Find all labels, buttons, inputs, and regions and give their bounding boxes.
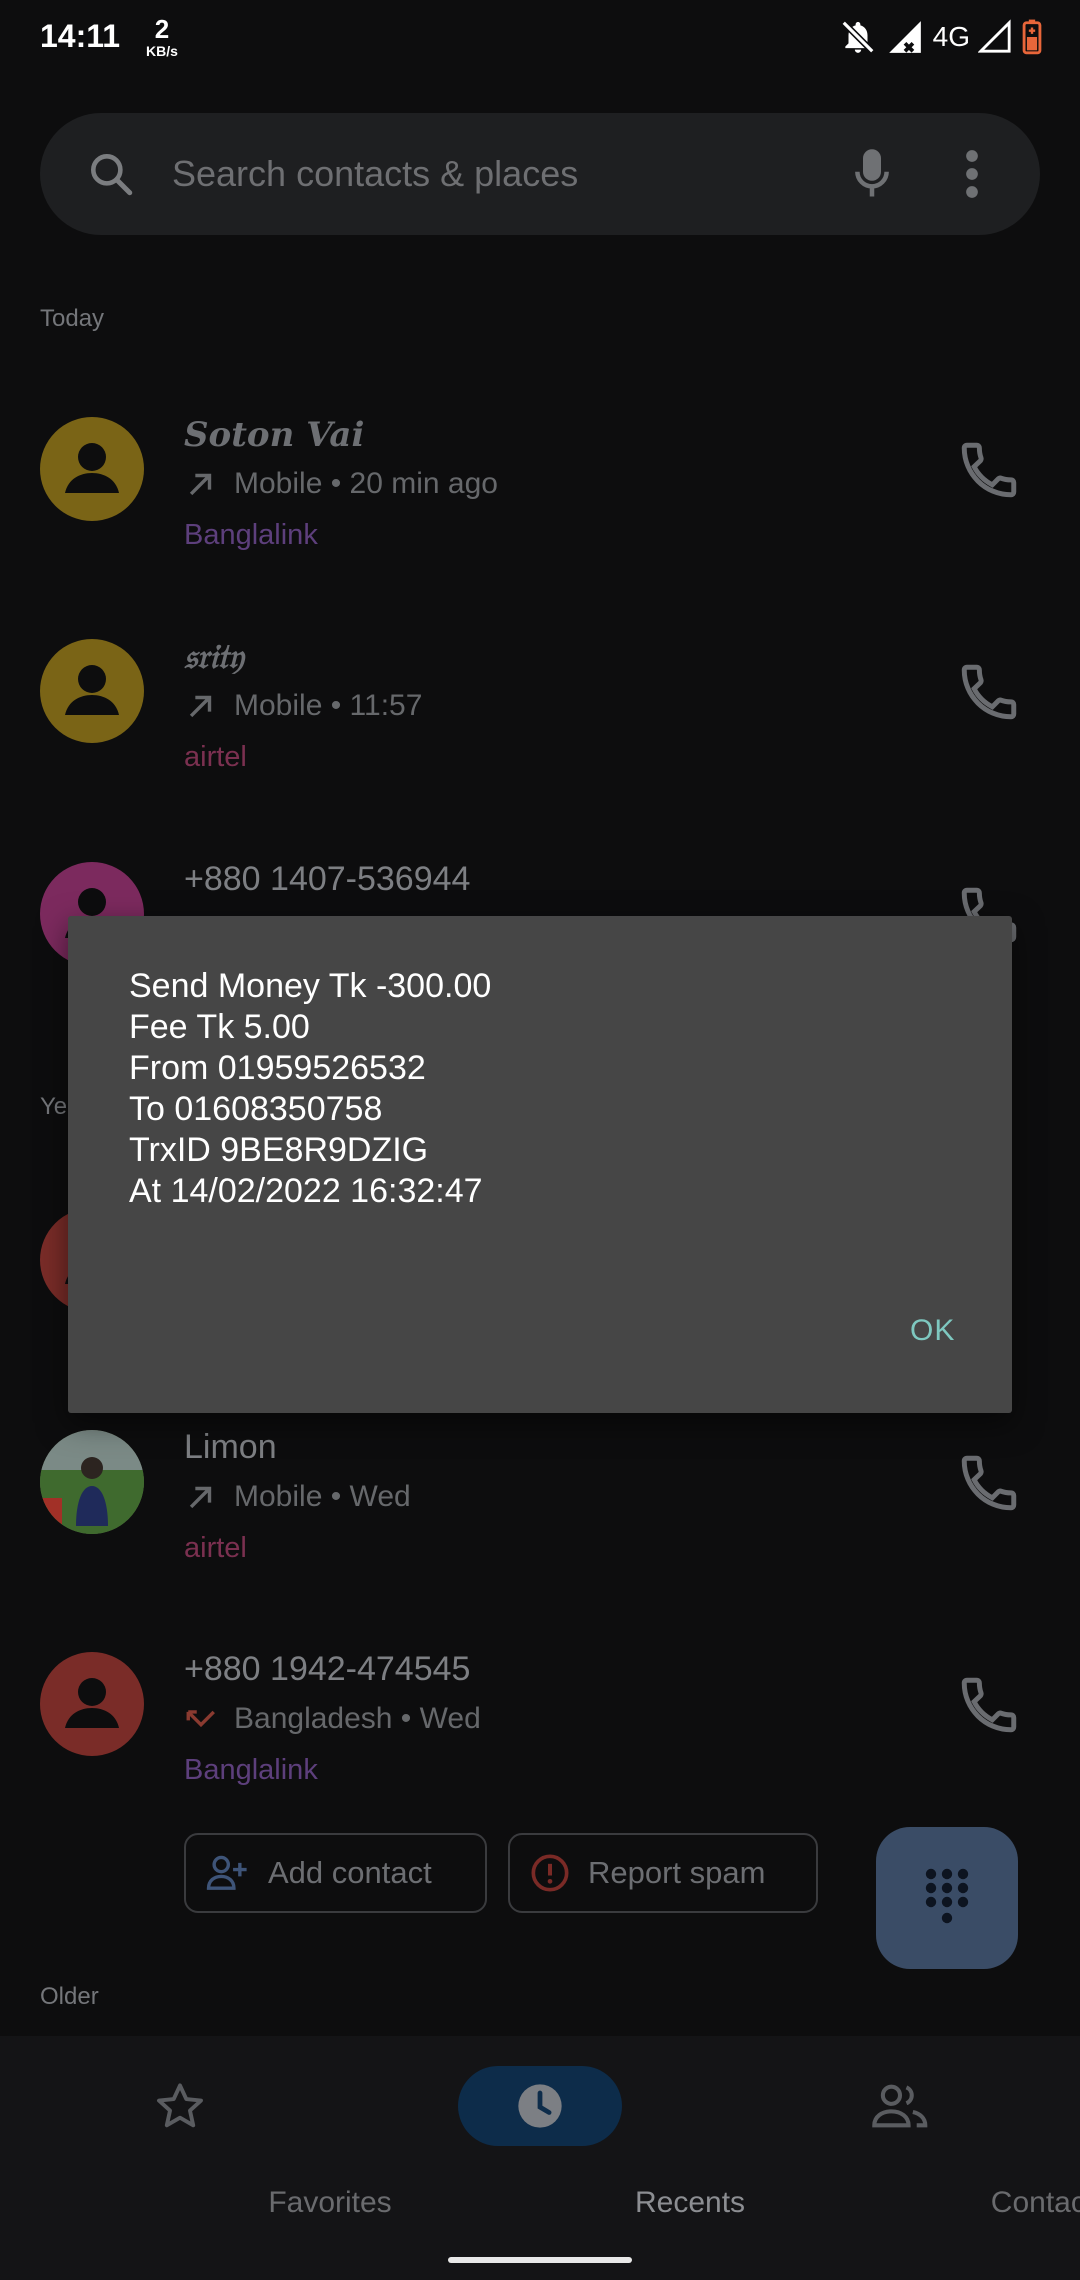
add-contact-button[interactable]: Add contact <box>184 1833 487 1913</box>
nav-recents-icon-wrap <box>458 2066 622 2146</box>
outgoing-call-arrow-icon <box>189 695 212 718</box>
call-details: Mobile • 11:57 <box>184 689 422 723</box>
search-bar[interactable]: Search contacts & places <box>40 113 1040 235</box>
dialog-line-from: From 01959526532 <box>129 1049 426 1087</box>
dialog-line-amount: Send Money Tk -300.00 <box>129 967 492 1005</box>
avatar-photo <box>40 1430 144 1534</box>
sim-label: Banglalink <box>184 519 318 551</box>
nav-contacts-label: Contacts <box>990 2186 1080 2219</box>
status-bar: 14:11 2 KB/s 4G <box>0 0 1080 80</box>
report-spam-label: Report spam <box>588 1855 766 1890</box>
section-label-today: Today <box>40 305 105 332</box>
dialog-line-to: To 01608350758 <box>129 1090 383 1128</box>
transaction-dialog: Send Money Tk -300.00 Fee Tk 5.00 From 0… <box>68 916 1012 1413</box>
dialog-line-fee: Fee Tk 5.00 <box>129 1008 310 1046</box>
call-details: Bangladesh • Wed <box>184 1702 481 1736</box>
people-icon <box>872 2084 928 2128</box>
phone-icon[interactable] <box>956 1450 1022 1516</box>
call-meta-text: Mobile • 20 min ago <box>234 467 498 500</box>
network-speed: 2 KB/s <box>142 16 182 58</box>
signal-no-data-icon <box>888 21 921 53</box>
nav-favorites-icon-wrap <box>98 2066 262 2146</box>
add-person-icon <box>206 1855 247 1890</box>
sim-label: airtel <box>184 1532 247 1564</box>
call-log-item[interactable]: 𝔰𝔯𝔦𝔱𝔶 Mobile • 11:57 airtel <box>0 637 1080 819</box>
section-label-yesterday: Ye <box>40 1093 68 1120</box>
outgoing-call-arrow-icon <box>189 473 212 496</box>
call-meta-text: Mobile • Wed <box>234 1480 411 1513</box>
dialpad-icon <box>925 1868 969 1924</box>
section-label-older: Older <box>40 1983 99 2010</box>
phone-icon[interactable] <box>956 1672 1022 1738</box>
battery-low-icon <box>1022 19 1042 55</box>
search-input[interactable]: Search contacts & places <box>172 153 578 195</box>
notifications-off-icon <box>841 20 875 54</box>
call-meta-text: Bangladesh • Wed <box>234 1702 481 1735</box>
signal-icon <box>978 19 1011 53</box>
outgoing-call-arrow-icon <box>189 1486 212 1509</box>
microphone-icon[interactable] <box>852 147 892 201</box>
call-log-item[interactable]: Soton Vai Mobile • 20 min ago Banglalink <box>0 415 1080 597</box>
home-indicator[interactable] <box>448 2257 632 2263</box>
network-speed-unit: KB/s <box>146 43 178 59</box>
sim-label: Banglalink <box>184 1754 318 1786</box>
add-contact-label: Add contact <box>268 1855 432 1890</box>
dialog-line-trxid: TrxID 9BE8R9DZIG <box>129 1131 429 1169</box>
avatar <box>40 1652 144 1756</box>
nav-recents-label: Recents <box>634 2186 746 2219</box>
call-details: Mobile • 20 min ago <box>184 467 498 501</box>
network-speed-value: 2 <box>154 14 170 44</box>
phone-icon[interactable] <box>956 437 1022 503</box>
sim-label: airtel <box>184 741 247 773</box>
more-options-icon[interactable] <box>960 147 984 201</box>
network-type: 4G <box>932 21 970 52</box>
call-details: Mobile • Wed <box>184 1480 411 1514</box>
call-meta-text: Mobile • 11:57 <box>234 689 423 722</box>
dialog-line-timestamp: At 14/02/2022 16:32:47 <box>129 1172 483 1210</box>
avatar <box>40 639 144 743</box>
avatar <box>40 417 144 521</box>
contact-name: 𝔰𝔯𝔦𝔱𝔶 <box>184 637 244 677</box>
contact-name: +880 1942-474545 <box>184 1650 471 1688</box>
report-spam-button[interactable]: Report spam <box>508 1833 818 1913</box>
contact-name: Limon <box>184 1428 277 1466</box>
clock-icon <box>518 2084 562 2128</box>
nav-contacts-icon-wrap <box>818 2066 982 2146</box>
nav-favorites-label: Favorites <box>268 2186 392 2219</box>
contact-name: Soton Vai <box>184 415 365 455</box>
contact-name: +880 1407-536944 <box>184 860 471 898</box>
search-icon <box>91 154 133 196</box>
call-log-item[interactable]: +880 1942-474545 Bangladesh • Wed Bangla… <box>0 1650 1080 1832</box>
phone-icon[interactable] <box>956 659 1022 725</box>
status-icons: 4G <box>839 18 1044 56</box>
bottom-navigation: Favorites Recents Contacts <box>0 2036 1080 2280</box>
ok-button[interactable]: OK <box>910 1314 955 1348</box>
call-log-item[interactable]: Limon Mobile • Wed airtel <box>0 1428 1080 1610</box>
missed-call-arrow-icon <box>186 1710 215 1728</box>
dialpad-button[interactable] <box>876 1827 1018 1969</box>
star-icon <box>157 2083 203 2128</box>
report-spam-icon <box>531 1854 569 1892</box>
dialog-message: Send Money Tk -300.00 Fee Tk 5.00 From 0… <box>129 966 491 1212</box>
status-time: 14:11 <box>40 18 121 54</box>
